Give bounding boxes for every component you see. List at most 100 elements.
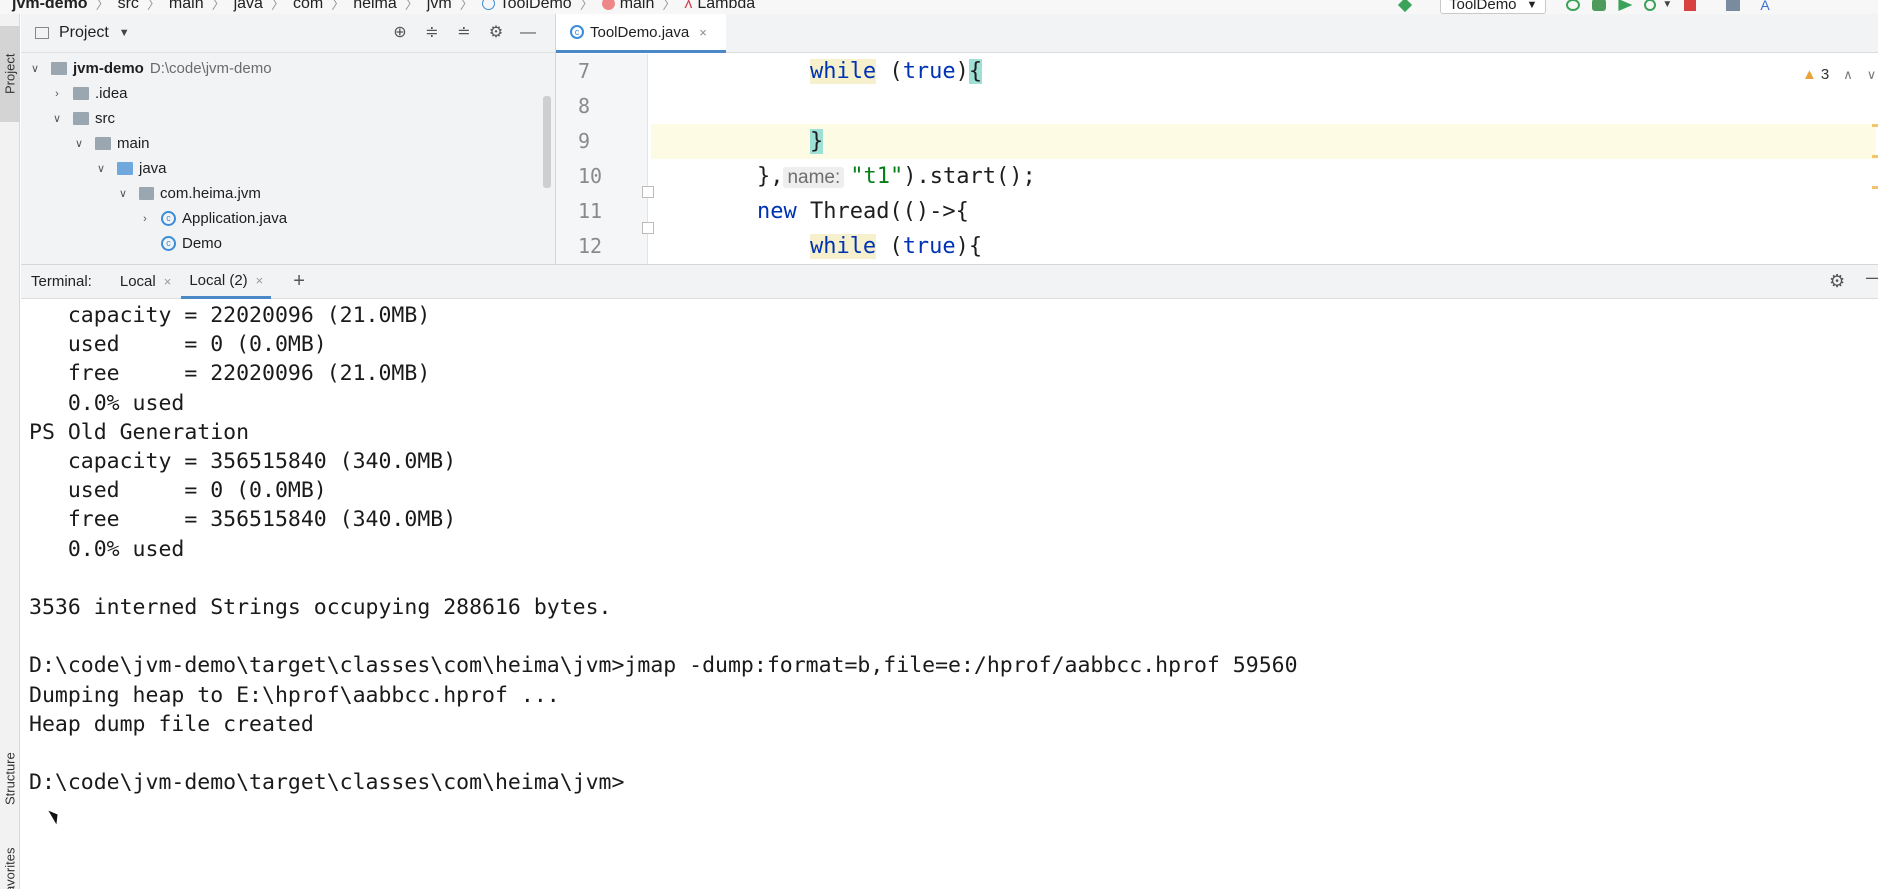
- hide-icon[interactable]: —: [519, 24, 537, 42]
- tree-item-path: D:\code\jvm-demo: [149, 60, 272, 77]
- chevron-down-icon[interactable]: ∨: [73, 137, 85, 150]
- fold-marker-icon[interactable]: [642, 222, 654, 234]
- coverage-icon[interactable]: [1618, 0, 1633, 11]
- tree-item-java[interactable]: ∨ java: [95, 156, 167, 181]
- breadcrumb-item-lambda[interactable]: Lambda: [697, 0, 755, 11]
- tree-item-application[interactable]: › c Application.java: [139, 206, 287, 231]
- chevron-down-icon[interactable]: ▼: [1662, 0, 1672, 11]
- breadcrumb-item-com[interactable]: com: [293, 0, 323, 11]
- stop-icon[interactable]: [1684, 0, 1697, 11]
- breadcrumb-item-java[interactable]: java: [234, 0, 263, 11]
- tree-item-main[interactable]: ∨ main: [73, 131, 150, 156]
- project-folder-icon: [35, 27, 49, 39]
- chevron-down-icon[interactable]: ∨: [51, 112, 63, 125]
- change-marker: [1872, 124, 1878, 127]
- chevron-right-icon[interactable]: ›: [51, 88, 63, 100]
- chevron-down-icon[interactable]: ▼: [119, 27, 130, 39]
- folder-icon: [73, 112, 89, 125]
- terminal-tab-label: Local: [119, 273, 156, 290]
- breadcrumb-item-method[interactable]: main: [620, 0, 655, 11]
- code-token: }: [809, 129, 824, 154]
- class-icon: [481, 0, 495, 10]
- profile-icon[interactable]: [1644, 0, 1657, 11]
- vcs-icon[interactable]: [1726, 0, 1741, 11]
- breadcrumb-item-class[interactable]: ToolDemo: [500, 0, 572, 11]
- project-view-select[interactable]: Project: [59, 24, 109, 42]
- chevron-down-icon[interactable]: ∨: [29, 62, 41, 75]
- tree-item-demo[interactable]: c Demo: [139, 231, 222, 256]
- editor-tab-bar: c ToolDemo.java ×: [556, 14, 1878, 53]
- code-token: while: [809, 59, 877, 84]
- terminal-line: 0.0% used: [29, 536, 185, 562]
- rerun-icon[interactable]: [1566, 0, 1581, 11]
- fold-marker-icon[interactable]: [642, 186, 654, 198]
- terminal-tab-label: Local (2): [189, 271, 248, 289]
- close-icon[interactable]: ×: [164, 274, 172, 289]
- chevron-right-icon: 〉: [404, 0, 419, 12]
- chevron-right-icon[interactable]: ›: [139, 213, 151, 225]
- code-token: ){: [955, 234, 983, 259]
- terminal-header: Terminal: Local × Local (2) × + ⚙ —: [21, 264, 1878, 299]
- tree-item-idea[interactable]: › .idea: [51, 81, 127, 106]
- code-token: true: [902, 59, 956, 84]
- class-icon: c: [570, 25, 584, 39]
- structure-tool-tab[interactable]: Structure: [0, 734, 20, 824]
- expand-all-icon[interactable]: ≑: [423, 24, 441, 42]
- tree-item-src[interactable]: ∨ src: [51, 106, 115, 131]
- code-token: {: [968, 59, 983, 84]
- chevron-down-icon[interactable]: ∨: [95, 162, 107, 175]
- terminal-line: 3536 interned Strings occupying 288616 b…: [29, 595, 612, 620]
- chevron-down-icon[interactable]: ∨: [1867, 67, 1877, 83]
- tree-item-package[interactable]: ∨ com.heima.jvm: [117, 181, 261, 206]
- code-token: },: [651, 164, 784, 189]
- chevron-down-icon[interactable]: ∨: [117, 187, 129, 200]
- method-icon: [601, 0, 615, 10]
- chevron-right-icon: 〉: [662, 0, 677, 12]
- module-folder-icon: [51, 62, 67, 75]
- breadcrumb-item-main[interactable]: main: [169, 0, 204, 11]
- breadcrumb-item-jvm[interactable]: jvm: [427, 0, 452, 11]
- minimize-icon[interactable]: —: [1866, 267, 1878, 288]
- project-tool-tab[interactable]: Project: [0, 26, 20, 122]
- breadcrumb: jvm-demo 〉 src 〉 main 〉 java 〉 com 〉 heima 〉 j…: [12, 0, 755, 12]
- close-icon[interactable]: ×: [699, 25, 707, 40]
- chevron-right-icon: 〉: [459, 0, 474, 12]
- chevron-right-icon: 〉: [579, 0, 594, 12]
- code-token: "t1": [850, 164, 904, 189]
- inspection-widget[interactable]: ▲ 3 ∧ ∨: [1802, 66, 1876, 83]
- chevron-up-icon[interactable]: ∧: [1843, 67, 1853, 83]
- code-line: new Thread(()->{: [651, 194, 1876, 229]
- gear-icon[interactable]: ⚙: [1829, 271, 1845, 292]
- terminal-line: D:\code\jvm-demo\target\classes\com\heim…: [29, 770, 625, 796]
- locate-icon[interactable]: ⊕: [391, 24, 409, 42]
- run-configuration-select[interactable]: ToolDemo ▼: [1440, 0, 1547, 14]
- tree-scrollbar[interactable]: [543, 96, 551, 188]
- source-folder-icon: [117, 162, 133, 175]
- code-token: new: [756, 199, 797, 224]
- warning-icon: ▲: [1802, 66, 1817, 83]
- terminal-tab-local-2[interactable]: Local (2) ×: [181, 265, 272, 299]
- terminal-output[interactable]: capacity = 22020096 (21.0MB) used = 0 (0…: [21, 299, 1878, 889]
- close-icon[interactable]: ×: [256, 273, 264, 288]
- debug-icon[interactable]: [1592, 0, 1607, 11]
- lambda-icon: λ: [684, 0, 693, 12]
- build-icon[interactable]: [1397, 0, 1413, 13]
- translate-icon[interactable]: A: [1760, 0, 1774, 12]
- add-terminal-icon[interactable]: +: [293, 270, 305, 293]
- change-marker: [1872, 186, 1878, 189]
- project-panel: Project ▼ ⊕ ≑ ≐ ⚙ — ∨ jvm-demo D:\code\j…: [21, 14, 556, 264]
- breadcrumb-item-project[interactable]: jvm-demo: [12, 0, 88, 11]
- terminal-tab-local[interactable]: Local ×: [116, 265, 171, 299]
- favorites-tool-tab[interactable]: Favorites: [0, 844, 20, 889]
- tree-item-jvm-demo[interactable]: ∨ jvm-demo D:\code\jvm-demo: [29, 56, 272, 81]
- breadcrumb-item-src[interactable]: src: [118, 0, 139, 11]
- code-token: (: [876, 59, 903, 84]
- gear-icon[interactable]: ⚙: [487, 24, 505, 42]
- tree-item-label: Demo: [182, 235, 223, 252]
- breadcrumb-item-heima[interactable]: heima: [353, 0, 397, 11]
- code-line: while (true){: [651, 229, 1876, 264]
- editor-tab-tooldemo[interactable]: c ToolDemo.java ×: [556, 14, 726, 53]
- class-icon: c: [161, 211, 176, 226]
- collapse-all-icon[interactable]: ≐: [455, 24, 473, 42]
